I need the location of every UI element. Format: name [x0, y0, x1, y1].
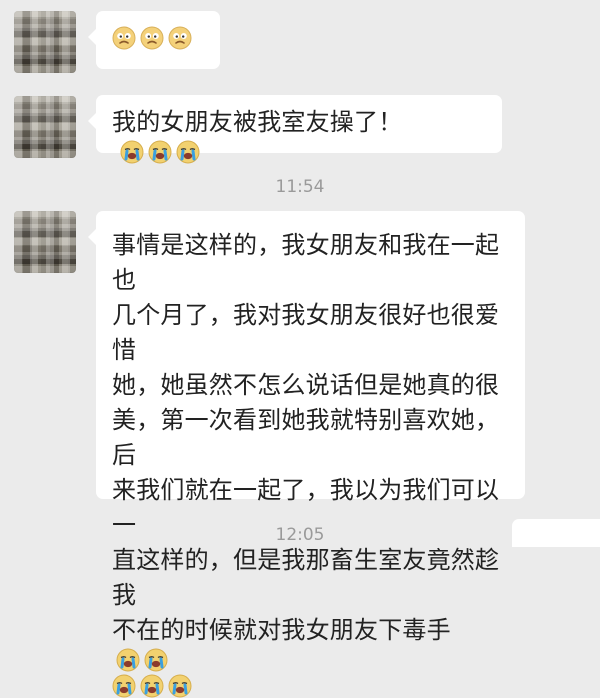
message-line: 直这样的，但是我那畜生室友竟然趁我 — [112, 546, 500, 609]
message-text: 我的女朋友被我室友操了！ — [112, 108, 403, 136]
contact-avatar[interactable] — [14, 211, 76, 273]
crying-face-icon — [116, 648, 140, 672]
emoji-line — [112, 674, 509, 698]
emoji-row — [112, 26, 192, 50]
timestamp: 12:05 — [275, 525, 325, 545]
worried-face-icon — [168, 26, 192, 50]
message-bubble-text[interactable]: 我的女朋友被我室友操了！ — [88, 95, 502, 164]
timestamp: 11:54 — [275, 177, 325, 197]
crying-face-icon — [120, 140, 144, 164]
crying-face-icon — [168, 674, 192, 698]
message-bubble-long-text[interactable]: 事情是这样的，我女朋友和我在一起也 几个月了，我对我女朋友很好也很爱惜 她，她虽… — [88, 211, 525, 698]
message-line: 美，第一次看到她我就特别喜欢她，后 — [112, 406, 500, 469]
emoji-row — [120, 140, 200, 164]
message-line: 她，她虽然不怎么说话但是她真的很 — [112, 371, 500, 399]
message-line: 不在的时候就对我女朋友下毒手 — [112, 616, 451, 644]
message-line: 几个月了，我对我女朋友很好也很爱惜 — [112, 301, 500, 364]
crying-face-icon — [144, 648, 168, 672]
crying-face-icon — [176, 140, 200, 164]
worried-face-icon — [112, 26, 136, 50]
message-last-line: 不在的时候就对我女朋友下毒手 — [112, 613, 509, 672]
crying-face-icon — [140, 674, 164, 698]
message-bubble-emoji[interactable] — [88, 11, 220, 69]
emoji-row — [116, 648, 168, 672]
emoji-row — [112, 674, 192, 698]
contact-avatar[interactable] — [14, 96, 76, 158]
crying-face-icon — [148, 140, 172, 164]
crying-face-icon — [112, 674, 136, 698]
worried-face-icon — [140, 26, 164, 50]
contact-avatar[interactable] — [14, 11, 76, 73]
partial-message-bubble[interactable] — [512, 519, 600, 547]
message-line: 事情是这样的，我女朋友和我在一起也 — [112, 231, 500, 294]
